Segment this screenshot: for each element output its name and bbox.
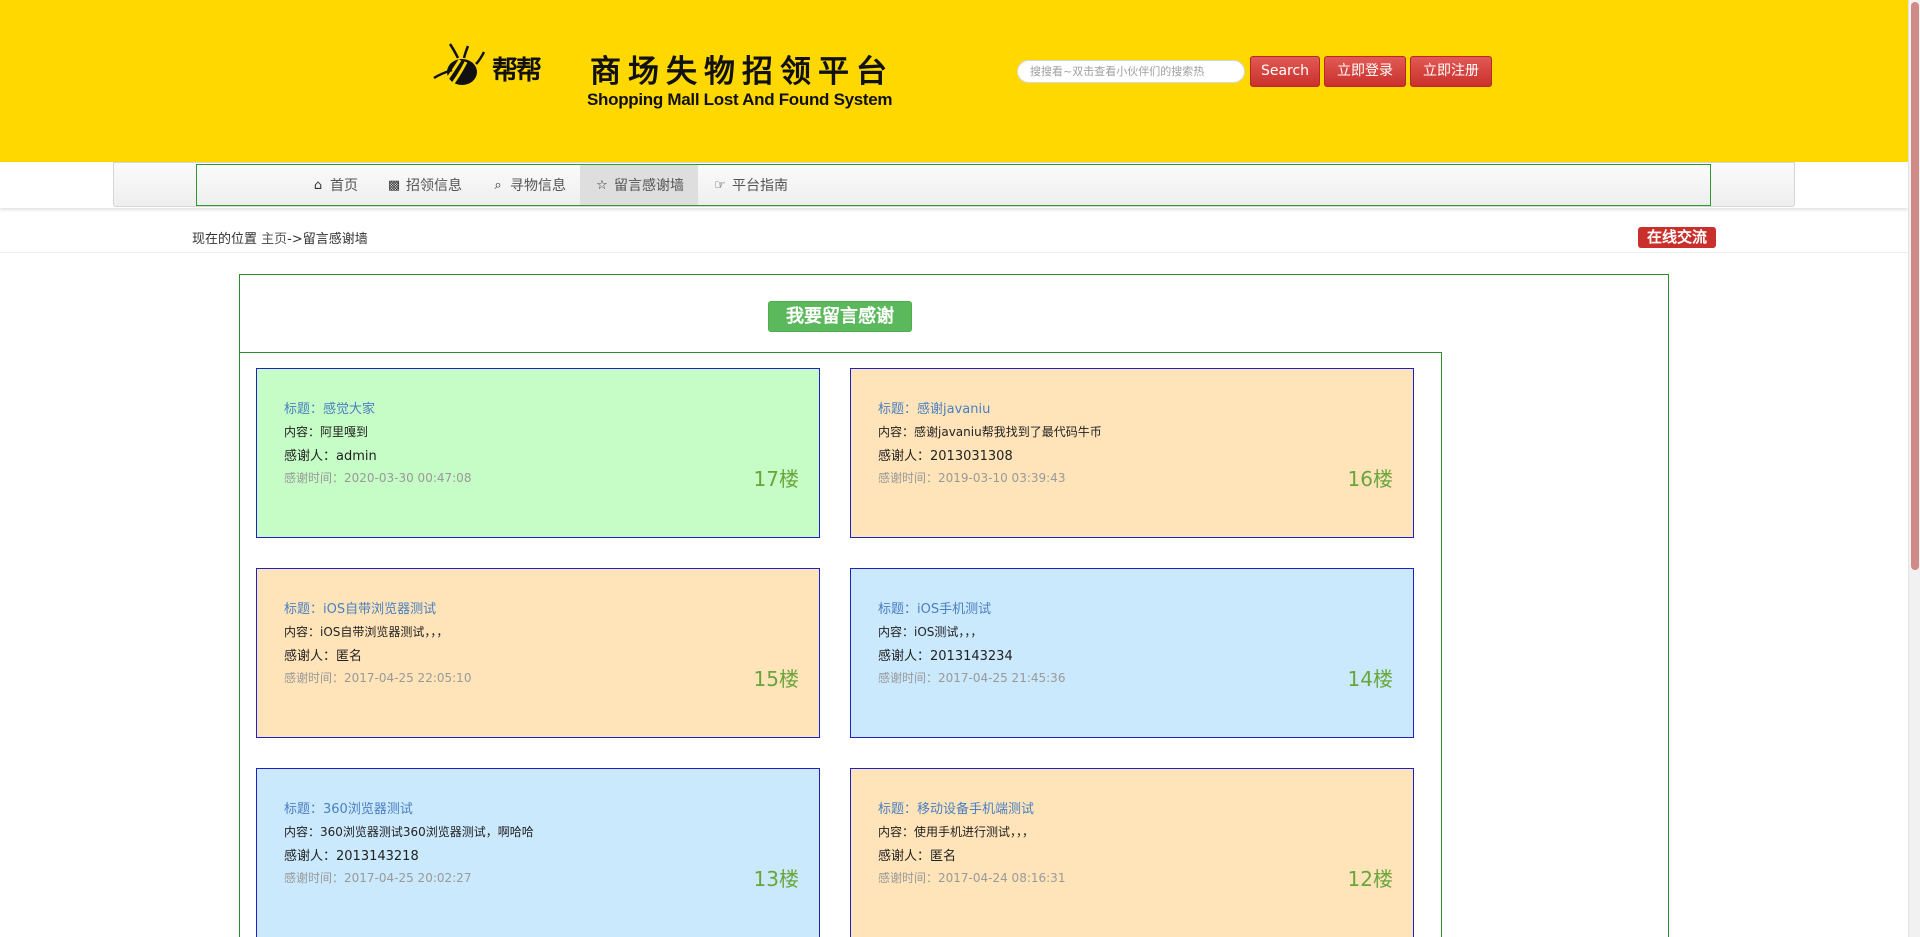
logo-subtitle: Shopping Mall Lost And Found System xyxy=(587,90,893,109)
card-floor-number: 16楼 xyxy=(1347,467,1393,491)
card-time: 感谢时间：2017-04-25 22:05:10 xyxy=(284,671,472,685)
bee-logo-icon xyxy=(433,43,486,91)
card-time: 感谢时间：2019-03-10 03:39:43 xyxy=(878,471,1066,485)
nav-item-home[interactable]: ⌂ 首页 xyxy=(296,165,372,205)
card-floor-number: 17楼 xyxy=(753,467,799,491)
breadcrumb-home-link[interactable]: 主页 xyxy=(261,232,287,247)
card-thanker: 感谢人：匿名 xyxy=(878,849,957,864)
search-input[interactable] xyxy=(1017,60,1245,83)
picture-icon: ▩ xyxy=(387,177,401,193)
card-floor-number: 15楼 xyxy=(753,667,799,691)
leave-message-button[interactable]: 我要留言感谢 xyxy=(768,301,912,332)
hand-point-icon: ☞ xyxy=(714,177,726,193)
card-thanker: 感谢人：2013143234 xyxy=(878,649,1013,664)
message-card[interactable]: 标题：iOS手机测试 内容：iOS测试，，， 感谢人：2013143234 感谢… xyxy=(850,568,1414,738)
card-title[interactable]: 标题：感谢javaniu xyxy=(878,398,990,417)
card-thanker: 感谢人：admin xyxy=(284,449,377,464)
card-content: 内容：感谢javaniu帮我找到了最代码牛币 xyxy=(878,425,1102,439)
card-title[interactable]: 标题：iOS自带浏览器测试 xyxy=(284,598,436,617)
card-content: 内容：阿里嘎到 xyxy=(284,425,369,439)
card-time: 感谢时间：2017-04-24 08:16:31 xyxy=(878,871,1066,885)
register-button[interactable]: 立即注册 xyxy=(1410,56,1492,87)
star-icon: ☆ xyxy=(596,177,608,193)
message-card[interactable]: 标题：360浏览器测试 内容：360浏览器测试360浏览器测试，啊哈哈 感谢人：… xyxy=(256,768,820,937)
login-button[interactable]: 立即登录 xyxy=(1324,56,1406,87)
site-header: 帮帮 商场失物招领平台 Shopping Mall Lost And Found… xyxy=(0,0,1908,162)
nav-item-found-info[interactable]: ▩ 招领信息 xyxy=(372,165,476,205)
message-card[interactable]: 标题：移动设备手机端测试 内容：使用手机进行测试，，， 感谢人：匿名 感谢时间：… xyxy=(850,768,1414,937)
page-scrollbar[interactable] xyxy=(1908,0,1920,937)
card-time: 感谢时间：2017-04-25 21:45:36 xyxy=(878,671,1066,685)
breadcrumb-prefix: 现在的位置 xyxy=(192,232,258,247)
scrollbar-thumb[interactable] xyxy=(1911,2,1919,570)
message-card[interactable]: 标题：感谢javaniu 内容：感谢javaniu帮我找到了最代码牛币 感谢人：… xyxy=(850,368,1414,538)
card-time: 感谢时间：2020-03-30 00:47:08 xyxy=(284,471,472,485)
search-icon: ⌕ xyxy=(494,177,502,193)
nav-item-thanks-wall[interactable]: ☆ 留言感谢墙 xyxy=(580,165,698,205)
logo-title: 商场失物招领平台 xyxy=(590,54,894,90)
message-card[interactable]: 标题：iOS自带浏览器测试 内容：iOS自带浏览器测试，，， 感谢人：匿名 感谢… xyxy=(256,568,820,738)
card-content: 内容：360浏览器测试360浏览器测试，啊哈哈 xyxy=(284,825,534,839)
nav-item-label: 平台指南 xyxy=(732,178,788,194)
card-title[interactable]: 标题：360浏览器测试 xyxy=(284,798,413,817)
search-button[interactable]: Search xyxy=(1250,56,1320,87)
home-icon: ⌂ xyxy=(313,177,323,193)
card-floor-number: 14楼 xyxy=(1347,667,1393,691)
nav-item-label: 首页 xyxy=(330,178,358,194)
card-title[interactable]: 标题：iOS手机测试 xyxy=(878,598,991,617)
breadcrumb: 现在的位置 主页->留言感谢墙 xyxy=(192,228,368,247)
nav-item-guide[interactable]: ☞ 平台指南 xyxy=(698,165,802,205)
nav-item-label: 留言感谢墙 xyxy=(614,178,684,194)
main-nav: ⌂ 首页 ▩ 招领信息 ⌕ 寻物信息 ☆ 留言感谢墙 ☞ 平台指南 xyxy=(296,165,802,205)
card-thanker: 感谢人：匿名 xyxy=(284,649,363,664)
nav-item-label: 寻物信息 xyxy=(510,178,566,194)
breadcrumb-current: 留言感谢墙 xyxy=(302,232,368,247)
card-content: 内容：iOS自带浏览器测试，，， xyxy=(284,625,449,639)
page: 帮帮 商场失物招领平台 Shopping Mall Lost And Found… xyxy=(0,0,1920,937)
card-floor-number: 13楼 xyxy=(753,867,799,891)
nav-item-label: 招领信息 xyxy=(406,178,462,194)
card-thanker: 感谢人：2013143218 xyxy=(284,849,419,864)
nav-item-lost-info[interactable]: ⌕ 寻物信息 xyxy=(476,165,580,205)
card-content: 内容：使用手机进行测试，，， xyxy=(878,825,1035,839)
message-card[interactable]: 标题：感觉大家 内容：阿里嘎到 感谢人：admin 感谢时间：2020-03-3… xyxy=(256,368,820,538)
logo-bang-text: 帮帮 xyxy=(492,56,542,86)
breadcrumb-separator: -> xyxy=(287,232,303,247)
divider xyxy=(0,252,1908,253)
card-floor-number: 12楼 xyxy=(1347,867,1393,891)
card-time: 感谢时间：2017-04-25 20:02:27 xyxy=(284,871,472,885)
card-thanker: 感谢人：2013031308 xyxy=(878,449,1013,464)
online-chat-button[interactable]: 在线交流 xyxy=(1638,227,1716,248)
card-title[interactable]: 标题：移动设备手机端测试 xyxy=(878,798,1034,817)
card-title[interactable]: 标题：感觉大家 xyxy=(284,398,375,417)
site-logo[interactable]: 帮帮 商场失物招领平台 Shopping Mall Lost And Found… xyxy=(432,42,893,112)
card-content: 内容：iOS测试，，， xyxy=(878,625,983,639)
